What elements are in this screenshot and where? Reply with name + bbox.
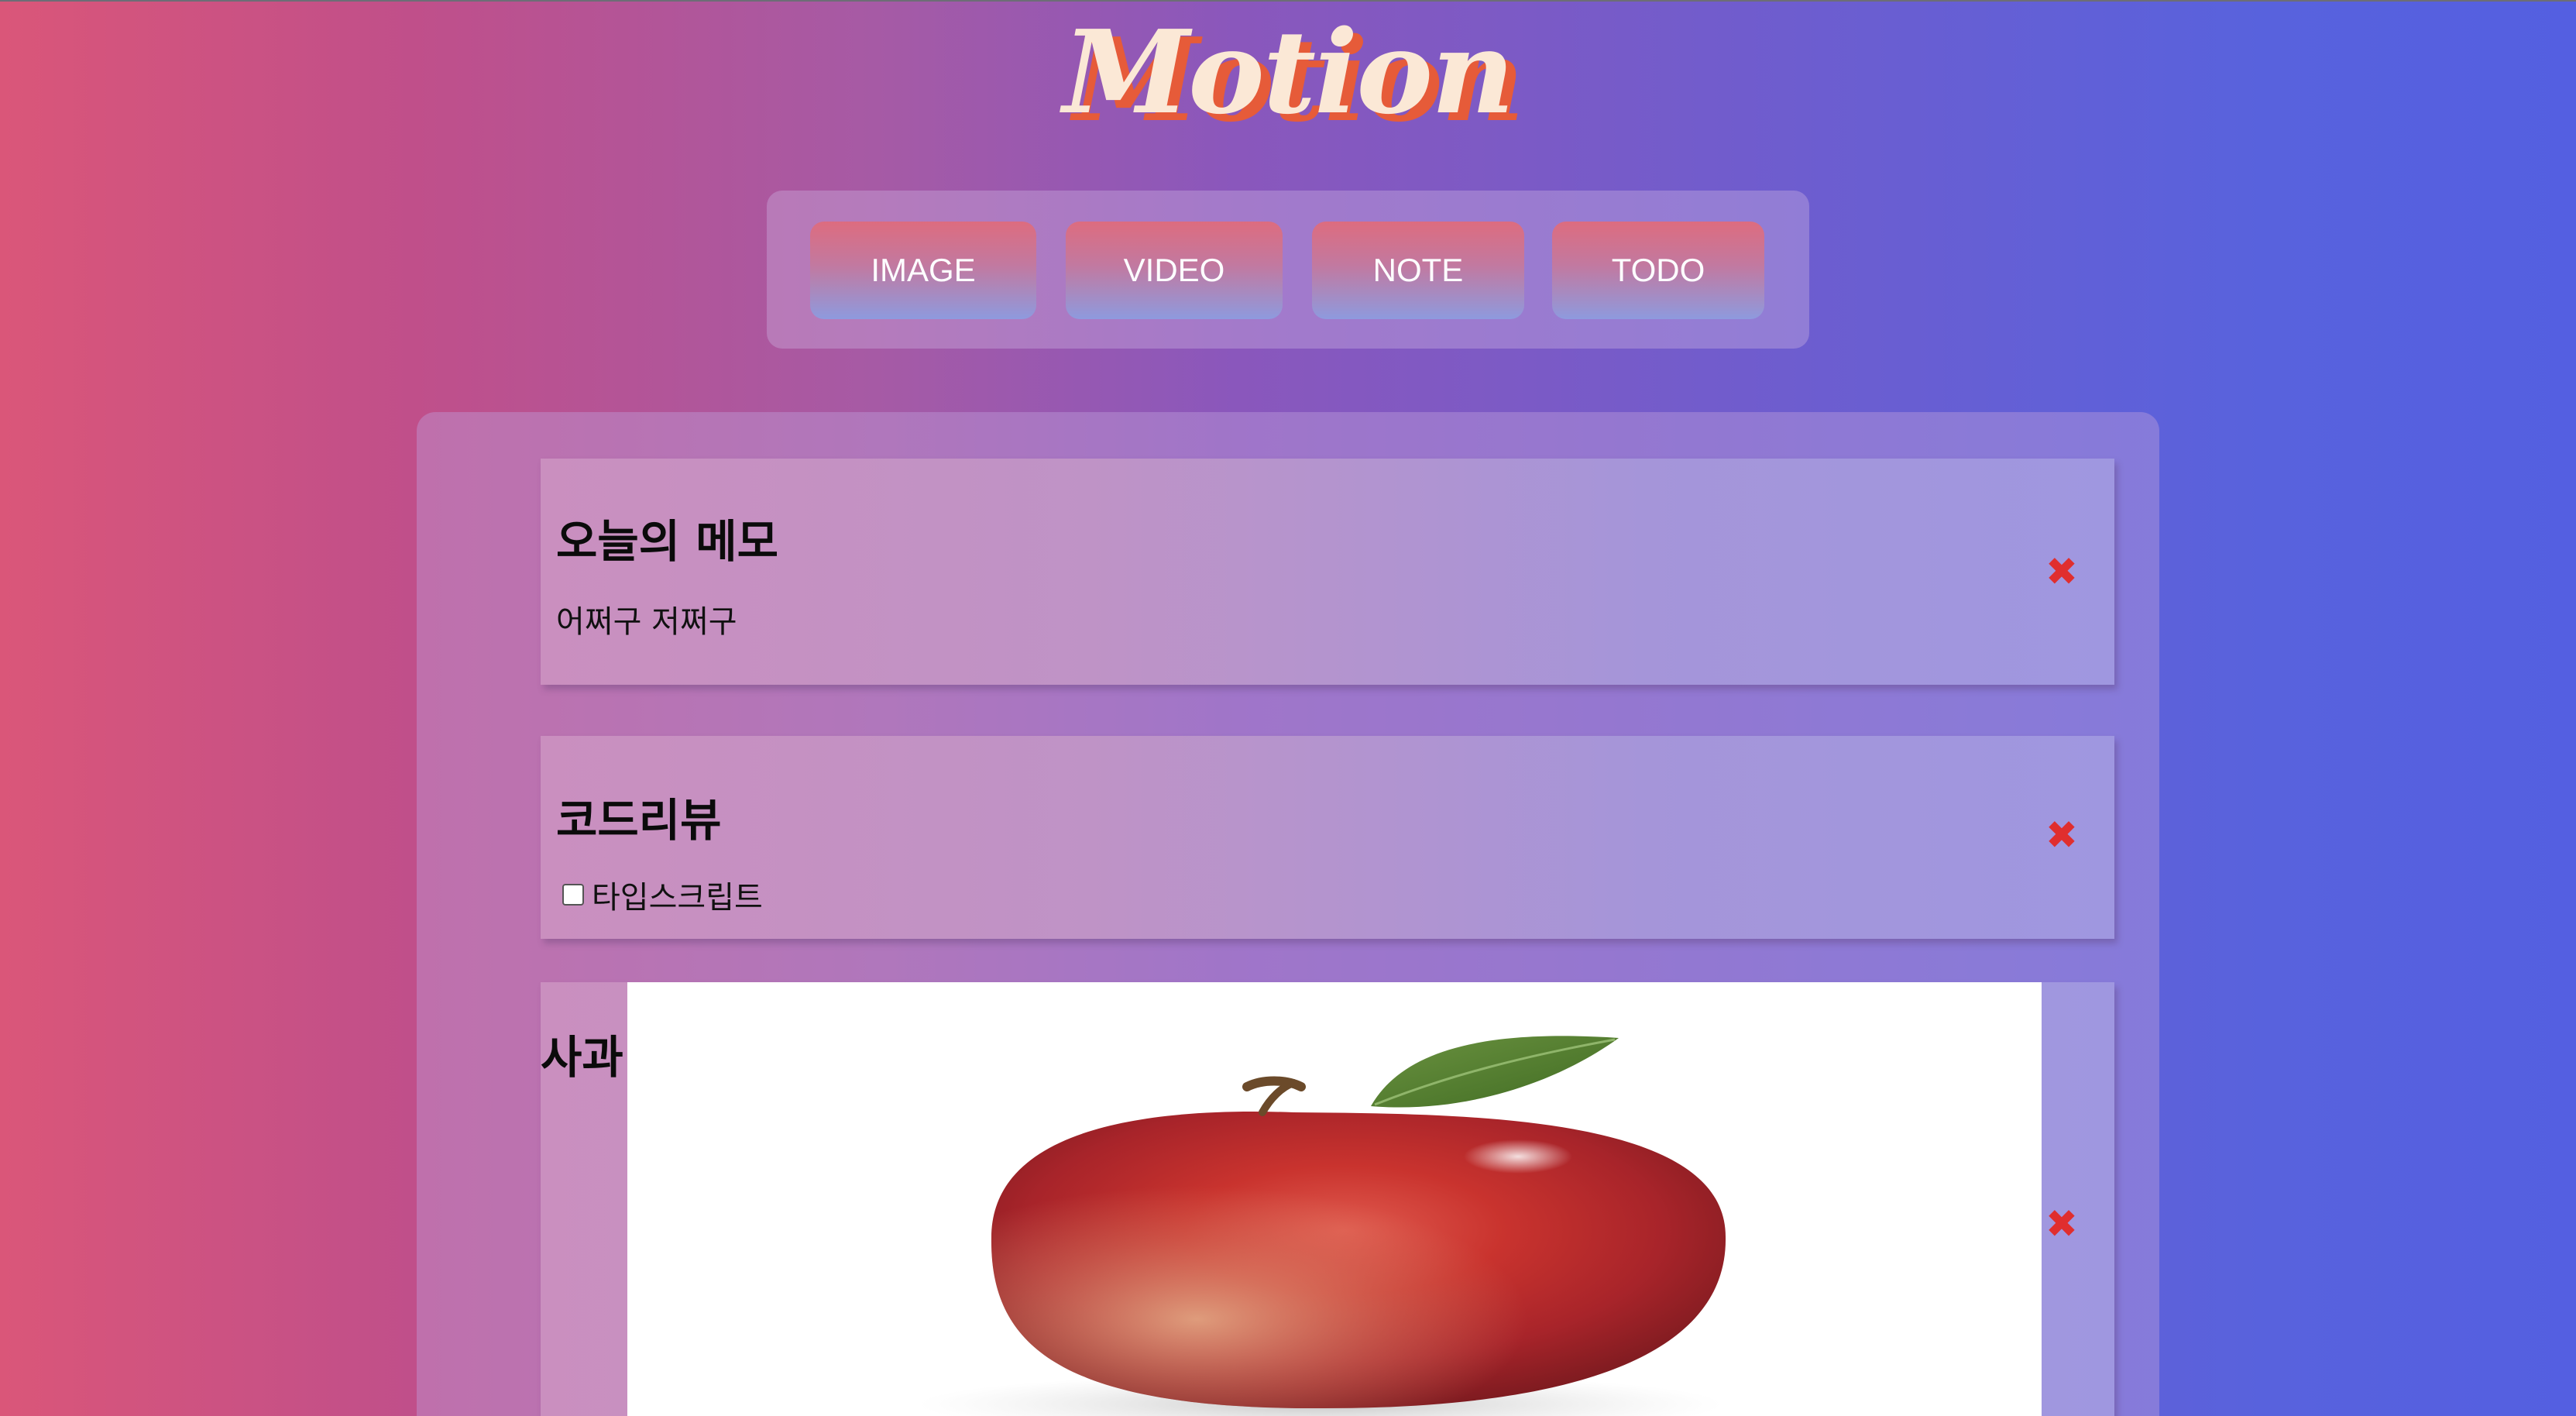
app-logo: Motion <box>1063 5 1514 139</box>
todo-item[interactable]: 코드리뷰 타입스크립트 ✖ <box>541 736 2114 939</box>
image-add-button[interactable]: IMAGE <box>810 222 1036 319</box>
todo-add-button[interactable]: TODO <box>1552 222 1764 319</box>
video-add-button[interactable]: VIDEO <box>1066 222 1283 319</box>
note-add-button[interactable]: NOTE <box>1312 222 1524 319</box>
window-top-border <box>0 0 2576 2</box>
image-title: 사과 <box>541 1031 623 1084</box>
note-item[interactable]: 오늘의 메모 어쩌구 저쩌구 ✖ <box>541 459 2114 685</box>
document-container: 오늘의 메모 어쩌구 저쩌구 ✖ 코드리뷰 타입스크립트 ✖ 사과 ✖ <box>417 412 2159 1416</box>
todo-task-row[interactable]: 타입스크립트 <box>562 872 763 917</box>
note-body: 어쩌구 저쩌구 <box>556 604 737 640</box>
todo-task-label: 타입스크립트 <box>592 880 763 916</box>
close-icon[interactable]: ✖ <box>2040 550 2083 593</box>
close-icon[interactable]: ✖ <box>2040 1202 2083 1246</box>
checkbox-icon[interactable] <box>562 884 584 906</box>
image-item[interactable]: 사과 ✖ <box>541 982 2114 1416</box>
note-title: 오늘의 메모 <box>556 515 778 568</box>
control-panel: IMAGE VIDEO NOTE TODO <box>767 191 1809 349</box>
apple-image <box>627 982 2042 1416</box>
todo-title: 코드리뷰 <box>556 794 722 847</box>
close-icon[interactable]: ✖ <box>2040 813 2083 857</box>
